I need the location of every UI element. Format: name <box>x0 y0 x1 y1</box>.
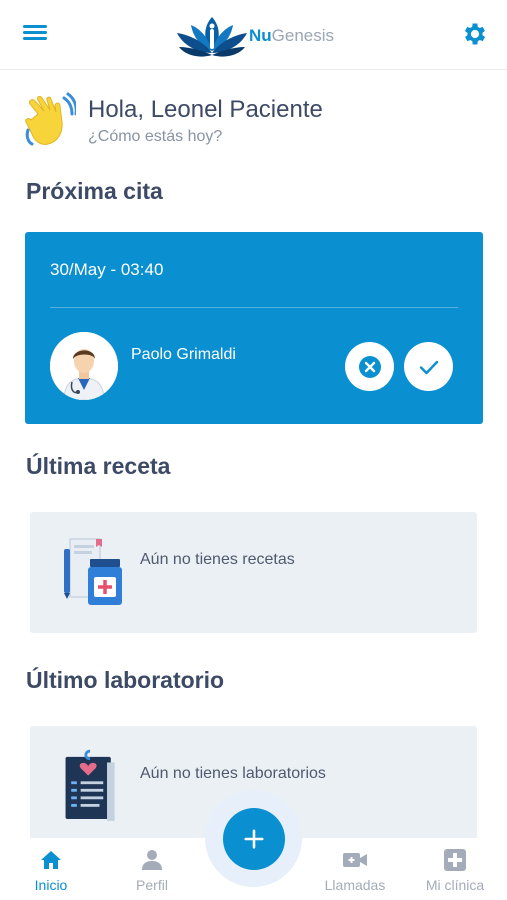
lab-report-icon <box>65 749 115 821</box>
gear-icon <box>464 23 486 45</box>
nav-item-perfil[interactable]: Perfil <box>112 848 192 893</box>
settings-button[interactable] <box>461 20 491 50</box>
divider <box>50 307 458 308</box>
medical-cross-icon <box>444 849 466 871</box>
hamburger-icon <box>23 25 47 28</box>
confirm-appointment-button[interactable] <box>404 342 453 391</box>
doctor-name: Paolo Grimaldi <box>131 346 236 363</box>
waving-hand-icon <box>25 92 76 146</box>
greeting-subtitle: ¿Cómo estás hoy? <box>88 128 223 145</box>
last-prescription-title: Última receta <box>26 453 171 479</box>
user-icon <box>142 850 162 870</box>
prescription-empty-text: Aún no tienes recetas <box>140 551 295 568</box>
menu-button[interactable] <box>20 22 50 48</box>
lab-empty-text: Aún no tienes laboratorios <box>140 765 326 782</box>
prescription-empty-card: Aún no tienes recetas <box>30 512 477 633</box>
nav-item-llamadas[interactable]: Llamadas <box>315 848 395 893</box>
greeting: Hola, Leonel Paciente ¿Cómo estás hoy? <box>24 92 323 148</box>
last-lab-title: Último laboratorio <box>26 667 225 693</box>
brand-logo: NuGenesis <box>173 12 334 60</box>
check-icon <box>419 360 438 374</box>
doctor-avatar <box>50 332 118 400</box>
video-camera-icon <box>343 853 367 867</box>
home-icon <box>41 851 61 869</box>
add-button[interactable] <box>223 808 285 870</box>
nav-label-llamadas: Llamadas <box>324 877 386 893</box>
brand-nu: Nu <box>249 26 272 45</box>
prescription-icon <box>64 538 122 605</box>
nav-item-inicio[interactable]: Inicio <box>11 848 91 893</box>
nav-label-mi-clinica: Mi clínica <box>425 877 485 893</box>
app-header: NuGenesis <box>0 0 507 70</box>
lotus-logo-icon <box>177 17 247 57</box>
nav-label-perfil: Perfil <box>136 877 168 893</box>
brand-genesis: Genesis <box>271 26 335 45</box>
greeting-title: Hola, Leonel Paciente <box>88 96 323 123</box>
cancel-icon <box>358 355 381 378</box>
appointment-card[interactable]: 30/May - 03:40 Paolo Grimaldi <box>25 232 483 424</box>
appointment-datetime: 30/May - 03:40 <box>50 260 164 279</box>
nav-label-inicio: Inicio <box>34 877 68 893</box>
nav-item-mi-clinica[interactable]: Mi clínica <box>415 848 495 893</box>
plus-icon <box>244 829 264 849</box>
doctor-avatar-icon <box>50 332 118 400</box>
next-appointment-title: Próxima cita <box>26 178 163 204</box>
cancel-appointment-button[interactable] <box>345 342 394 391</box>
